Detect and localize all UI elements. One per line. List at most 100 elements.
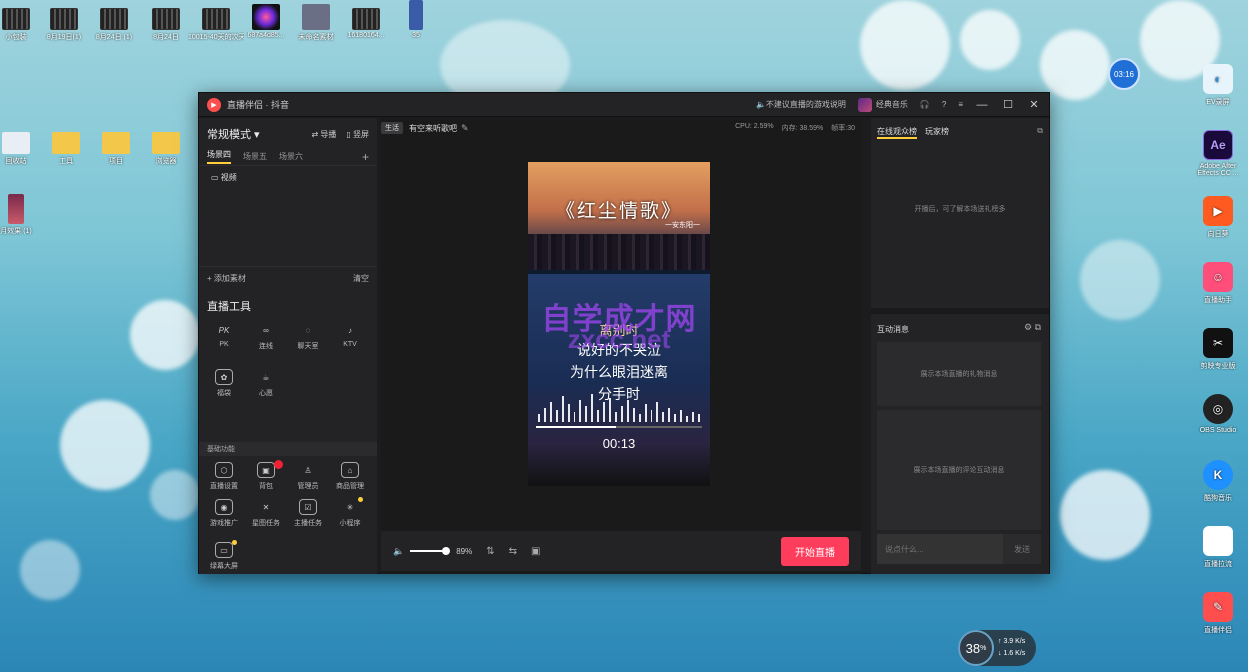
tab-online-audience[interactable]: 在线观众榜 [877, 126, 917, 139]
title-bar: ▶ 直播伴侣 · 抖音 🔈不建议直播的游戏说明 经典音乐 🎧 ? ≡ — ☐ ✕ [199, 93, 1049, 117]
desktop-icon-video[interactable]: 8月24日 [138, 8, 194, 42]
volume-knob[interactable] [442, 547, 451, 555]
tool-product-management[interactable]: ⌂ 商品管理 [329, 462, 371, 491]
after-effects-icon: Ae [1203, 130, 1233, 160]
app-logo-icon: ▶ [207, 97, 221, 112]
scene-tabs: 场景四 场景五 场景六 + [199, 148, 377, 166]
tool-green-screen[interactable]: ▭ 绿幕大屏 [203, 540, 245, 571]
camera-icon[interactable]: ▣ [531, 546, 540, 557]
tool-anchor-task[interactable]: ☑ 主播任务 [287, 499, 329, 528]
interaction-title: 互动消息 [877, 325, 909, 334]
tool-link[interactable]: ∞ 连线 [245, 322, 287, 351]
visualizer-bar [585, 406, 588, 422]
desktop-icon-folder[interactable]: 浏览器 [138, 132, 194, 166]
tab-player-list[interactable]: 玩家榜 [925, 126, 949, 139]
visualizer-bar [573, 412, 576, 422]
tab-scene-5[interactable]: 场景五 [243, 151, 267, 162]
tool-mini-program[interactable]: ✳ 小程序 [329, 497, 371, 528]
mode-dropdown[interactable]: 常规模式 ▾ [207, 126, 260, 142]
dock-icon-after-effects[interactable]: Ae Adobe After Effects CC ... [1192, 130, 1244, 177]
close-button[interactable]: ✕ [1027, 98, 1041, 111]
visualizer-bar [674, 414, 677, 422]
start-live-button[interactable]: 开始直播 [781, 536, 849, 566]
tool-live-settings[interactable]: ⬡ 直播设置 [203, 462, 245, 491]
dock-icon-live-companion[interactable]: ✎ 直播伴侣 [1192, 592, 1244, 635]
settings-icon[interactable]: ⚙ [1024, 322, 1032, 332]
tool-lucky-bag[interactable]: ✿ 福袋 [203, 369, 245, 398]
music-button[interactable]: 经典音乐 [857, 97, 908, 112]
link-icon: ∞ [263, 325, 269, 335]
bokeh-light [1080, 240, 1160, 320]
import-button[interactable]: ⇄ 导播 [311, 129, 336, 140]
tool-backpack[interactable]: ▣ 背包 [245, 460, 287, 491]
admin-icon: ♙ [304, 465, 312, 475]
category-tag[interactable]: 生活 [381, 122, 403, 134]
help-icon[interactable]: ? [942, 100, 946, 109]
progress-bar [536, 426, 702, 428]
dock-icon-kugou[interactable]: K 酷狗音乐 [1192, 460, 1244, 503]
settings-icon: ⬡ [215, 462, 233, 478]
link-mic-icon[interactable]: ⇆ [509, 546, 517, 557]
add-scene-icon[interactable]: + [362, 150, 369, 164]
clock-badge[interactable]: 03:16 [1108, 58, 1140, 90]
tool-admin[interactable]: ♙ 管理员 [287, 462, 329, 491]
mixer-icon[interactable]: ⇅ [486, 546, 494, 557]
video-thumbnail-icon [152, 8, 180, 30]
dock-icon-obs[interactable]: ◎ OBS Studio [1192, 394, 1244, 434]
left-panel: 常规模式 ▾ ⇄ 导播 ▯ 竖屏 场景四 场景五 场景六 + ▭ 视频 + 添加… [199, 118, 377, 574]
edit-icon[interactable]: ✎ [461, 123, 469, 134]
add-material-button[interactable]: + 添加素材 [207, 273, 246, 284]
tool-chatroom[interactable]: ◌ 聊天室 [287, 322, 329, 351]
dock-icon-live-assistant[interactable]: ☺ 直播助手 [1192, 262, 1244, 305]
desktop-icon-video[interactable]: 8月24日 (1) [86, 8, 142, 42]
song-title: 《红尘情歌》 [555, 200, 682, 222]
minimize-button[interactable]: — [975, 99, 989, 111]
tool-ktv[interactable]: ♪ KTV [329, 322, 371, 351]
tool-pk[interactable]: PK PK [203, 322, 245, 351]
image-thumbnail-icon [302, 4, 330, 30]
tab-scene-4[interactable]: 场景四 [207, 149, 231, 164]
desktop-icon-image[interactable]: 687a4d85... [238, 4, 294, 39]
popout-icon[interactable]: ⧉ [1037, 126, 1043, 139]
volume-value: 89% [456, 546, 473, 556]
visualizer-bar [697, 414, 700, 422]
tool-star-task[interactable]: ✕ 星图任务 [245, 499, 287, 528]
menu-icon[interactable]: ≡ [958, 100, 963, 109]
right-panel: 在线观众榜 玩家榜 ⧉ 开播后，可了解本场送礼榜多 互动消息 ⚙ ⧉ 展示本场直… [871, 118, 1049, 574]
dock-icon-stream-pull[interactable]: 直播拉流 [1192, 526, 1244, 569]
notice-link[interactable]: 🔈不建议直播的游戏说明 [756, 99, 846, 110]
tool-wish[interactable]: ☕ 心愿 [245, 369, 287, 398]
desktop-icon-video[interactable]: 10015-40天的次天4k... [188, 8, 244, 42]
desktop-icon-video[interactable]: 16180164... [338, 8, 394, 39]
popout-icon[interactable]: ⧉ [1035, 322, 1041, 332]
video-thumbnail-icon [352, 8, 380, 30]
headset-icon[interactable]: 🎧 [920, 100, 930, 109]
visualizer-bar [579, 400, 582, 422]
portrait-button[interactable]: ▯ 竖屏 [346, 129, 369, 140]
desktop-icon-folder[interactable]: 项目 [88, 132, 144, 166]
online-empty-text: 开播后，可了解本场送礼榜多 [914, 206, 1006, 213]
send-button[interactable]: 发送 [1003, 534, 1041, 564]
dock-icon-sunflower[interactable]: ▶ 向日葵 [1192, 196, 1244, 239]
desktop-icon-image[interactable]: 35 [388, 0, 444, 39]
dock-icon-ev-recorder[interactable]: ◐ EV录屏 [1192, 64, 1244, 107]
tab-scene-6[interactable]: 场景六 [279, 151, 303, 162]
dock-icon-capcut[interactable]: ✂ 剪映专业版 [1192, 328, 1244, 371]
source-item-video[interactable]: ▭ 视频 [199, 166, 377, 189]
visualizer-bar [680, 410, 683, 422]
volume-slider[interactable] [410, 547, 451, 555]
clear-button[interactable]: 清空 [353, 273, 369, 284]
desktop-icon-image[interactable]: 未命名素材 [288, 4, 344, 42]
desktop-icon-video[interactable]: 8月19日(1) [36, 8, 92, 42]
desktop-icon-folder[interactable]: 工具 [38, 132, 94, 166]
maximize-button[interactable]: ☐ [1001, 98, 1015, 111]
visualizer-bar [597, 410, 600, 422]
desktop-icon-image[interactable]: 月效果 (1) [0, 194, 44, 236]
bokeh-light [150, 470, 200, 520]
stream-preview[interactable]: 《红尘情歌》 一安东阳一 离别时 说好的不哭泣 为什么眼泪迷离 分手时 00:1… [528, 162, 710, 486]
network-widget[interactable]: 38% ↑ 3.9 K/s ↓ 1.6 K/s [958, 630, 1036, 666]
comment-input[interactable] [877, 534, 1003, 564]
volume-icon[interactable]: 🔈 [393, 546, 404, 557]
tool-game-promotion[interactable]: ◉ 游戏推广 [203, 499, 245, 528]
room-title[interactable]: 有空来听歌吧 [409, 123, 457, 134]
